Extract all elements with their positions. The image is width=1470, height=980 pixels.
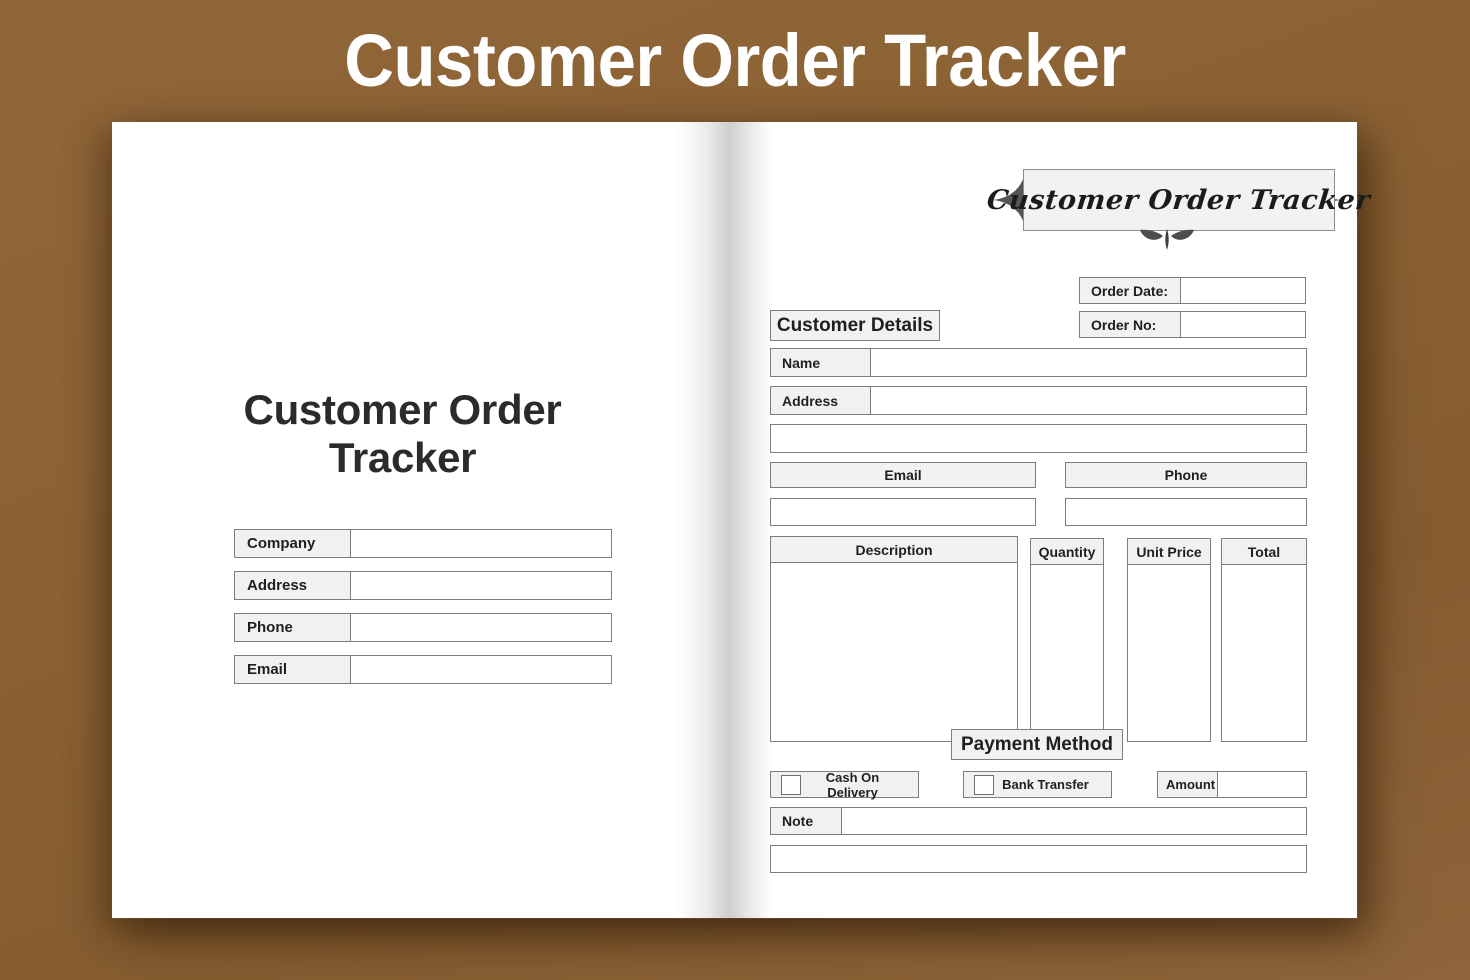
order-no-input[interactable] [1180,311,1306,338]
form-row-address: Address [234,571,612,600]
customer-name-input[interactable] [870,348,1307,377]
order-no-label: Order No: [1079,311,1181,338]
table-cell-total[interactable] [1221,564,1307,742]
table-cell-description[interactable] [770,562,1018,742]
email-input[interactable] [351,655,612,684]
customer-address-line2-input[interactable] [770,424,1307,453]
amount-input[interactable] [1217,771,1307,798]
customer-details-title: Customer Details [770,310,940,341]
customer-address-label: Address [770,386,871,415]
right-page: Customer Order Tracker Customer Details … [770,122,1372,918]
note-input[interactable] [841,807,1307,835]
payment-option-cash-on-delivery[interactable]: Cash On Delivery [770,769,919,800]
logo-text: Customer Order Tracker [985,184,1373,216]
cover-title: Customer Order Tracker [243,386,562,481]
company-details-form: Company Address Phone Email [234,529,612,697]
checkbox-cash-on-delivery[interactable] [781,774,801,795]
table-header-total: Total [1221,538,1307,565]
banner-ornament-icon [1140,229,1194,250]
customer-phone-input[interactable] [1065,498,1307,526]
customer-email-input[interactable] [770,498,1036,526]
order-date-input[interactable] [1180,277,1306,304]
amount-label: Amount [1157,771,1218,798]
company-input[interactable] [351,529,612,558]
phone-header: Phone [1065,462,1307,488]
checkbox-bank-transfer[interactable] [974,774,994,795]
customer-address-input[interactable] [870,386,1307,415]
payment-option-label: Cash On Delivery [825,769,880,800]
table-header-unit-price: Unit Price [1127,538,1211,565]
book-spine-gutter [672,122,782,918]
poster-canvas: Customer Order Tracker Customer Order Tr… [0,0,1470,980]
form-row-company: Company [234,529,612,558]
payment-option-label: Bank Transfer [1002,777,1089,792]
book-mockup: Customer Order Tracker Company Address P… [112,122,1372,918]
address-label: Address [234,571,351,600]
note-line2-input[interactable] [770,845,1307,873]
logo-box: Customer Order Tracker [986,169,1372,231]
logo-banner: Customer Order Tracker [986,169,1372,250]
table-cell-unit-price[interactable] [1127,564,1211,742]
form-row-phone: Phone [234,613,612,642]
email-label: Email [234,655,351,684]
company-label: Company [234,529,351,558]
page-title: Customer Order Tracker [344,19,1126,102]
payment-method-title: Payment Method [951,729,1123,760]
note-label: Note [770,807,842,835]
order-date-label: Order Date: [1079,277,1181,304]
left-page: Customer Order Tracker Company Address P… [112,122,693,918]
table-header-description: Description [770,536,1018,563]
phone-input[interactable] [351,613,612,642]
form-row-email: Email [234,655,612,684]
customer-name-label: Name [770,348,871,377]
phone-label: Phone [234,613,351,642]
email-header: Email [770,462,1036,488]
address-input[interactable] [351,571,612,600]
payment-option-bank-transfer[interactable]: Bank Transfer [963,771,1112,798]
table-cell-quantity[interactable] [1030,564,1104,742]
table-header-quantity: Quantity [1030,538,1104,565]
